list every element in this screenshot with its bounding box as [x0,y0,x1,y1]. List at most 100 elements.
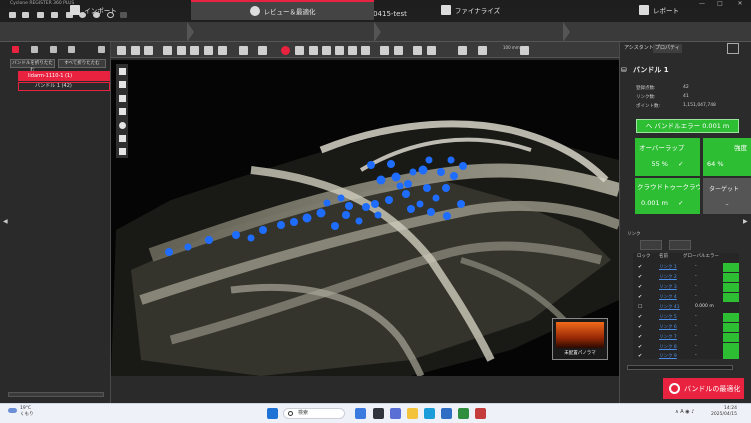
sphere-icon[interactable] [177,46,186,55]
link-name[interactable]: リンク 41 [659,304,680,310]
link-name[interactable]: リンク 1 [659,264,677,270]
table-row[interactable]: ✔ リンク 5 - [633,313,739,322]
table-row[interactable]: ✔ リンク 7 - [633,333,739,342]
tree-item-bundle[interactable]: バンドル 1 (42) [18,82,110,91]
photo-icon[interactable] [335,46,344,55]
record-icon[interactable] [281,46,290,55]
link-name[interactable]: リンク 5 [659,314,677,320]
network-icon[interactable] [68,46,75,53]
collapse-all-button[interactable]: すべて折りたたむ [58,59,106,68]
measure-icon[interactable] [239,46,248,55]
cloud-to-cloud-tile[interactable]: クラウドトゥークラウド 0.001 m ✓ [635,178,700,214]
link-name[interactable]: リンク 6 [659,324,677,330]
sitemap-icon[interactable] [31,46,38,53]
align-icon[interactable] [380,46,389,55]
move-icon[interactable] [119,95,126,102]
link-name[interactable]: リンク 7 [659,334,677,340]
panel-options-icon[interactable] [98,46,105,53]
link-name[interactable]: リンク 8 [659,344,677,350]
collapse-left-panel-icon[interactable]: ◀ [3,218,8,225]
cube-icon[interactable] [119,148,126,155]
tree-item-project[interactable]: lidarm-1110-1 (1) [18,71,110,81]
teams-icon[interactable] [390,408,401,419]
link-name[interactable]: リンク 2 [659,274,677,280]
lock-checkbox[interactable]: ✔ [638,284,642,290]
app-taskbar-icon[interactable] [475,408,486,419]
link-icon[interactable] [361,46,370,55]
split-icon[interactable] [144,46,153,55]
lock-checkbox[interactable]: ✔ [638,264,642,270]
edge-icon[interactable] [424,408,435,419]
color-mode-icon[interactable] [427,46,436,55]
workflow-review[interactable]: レビュー＆最適化 [191,0,374,20]
grid-icon[interactable] [204,46,213,55]
pointer-icon[interactable] [119,68,126,75]
tab-properties[interactable]: プロパティ [653,44,682,53]
optimize-bundle-button[interactable]: バンドルの最適化 [663,378,744,399]
cloud-icon[interactable] [163,46,172,55]
overlap-tile[interactable]: オーバーラップ 55 % ✓ [635,138,700,176]
bundle-error-indicator[interactable]: ヘ バンドルエラー 0.001 m [636,119,739,133]
camera-icon[interactable] [309,46,318,55]
weather-widget[interactable]: 19°C くもり [8,406,34,418]
ruler-icon[interactable] [258,46,267,55]
texture-icon[interactable] [413,46,422,55]
zoom-extents-icon[interactable] [119,108,126,115]
merge-icon[interactable] [131,46,140,55]
transform-icon[interactable] [394,46,403,55]
table-row[interactable]: ✔ リンク 2 - [633,273,739,282]
view-cube-icon[interactable] [458,46,467,55]
lock-checkbox[interactable]: ☐ [638,304,642,310]
bundle-view-icon[interactable] [12,46,19,53]
tab-assistant[interactable]: アシスタント [622,44,656,53]
system-tray[interactable]: ∧ A ◉ ♪ [675,409,694,415]
start-icon[interactable] [267,408,278,419]
lock-checkbox[interactable]: ✔ [638,353,642,359]
orbit-icon[interactable] [119,122,126,129]
workflow-finalize[interactable]: ファイナライズ [378,0,563,20]
taskbar-search[interactable]: 検索 [283,408,345,419]
select-icon[interactable] [117,46,126,55]
fullscreen-icon[interactable] [520,46,529,55]
layout-icon[interactable] [478,46,487,55]
copilot-icon[interactable] [355,408,366,419]
panel-restore-icon[interactable] [727,43,739,54]
outlook-icon[interactable] [441,408,452,419]
plane-icon[interactable] [218,46,227,55]
link-name[interactable]: リンク 4 [659,294,677,300]
collapse-bundles-button[interactable]: バンドルを折りたたむ [10,59,55,73]
links-scrollbar[interactable] [627,365,733,370]
register360-taskbar-icon[interactable] [458,408,469,419]
lock-checkbox[interactable]: ✔ [638,294,642,300]
workflow-import[interactable]: インポート [0,0,187,20]
pin-icon[interactable] [348,46,357,55]
collapse-right-panel-icon[interactable]: ▶ [743,218,748,225]
lock-checkbox[interactable]: ✔ [638,344,642,350]
table-row[interactable]: ✔ リンク 1 - [633,263,739,272]
left-panel-scrollbar[interactable] [8,392,104,397]
pen-icon[interactable] [322,46,331,55]
tag-icon[interactable] [295,46,304,55]
link-remove-icon[interactable] [669,240,691,250]
lock-checkbox[interactable]: ✔ [638,334,642,340]
file-explorer-icon[interactable] [407,408,418,419]
walk-icon[interactable] [119,135,126,142]
task-view-icon[interactable] [373,408,384,419]
table-row[interactable]: ✔ リンク 6 - [633,323,739,332]
table-row[interactable]: ✔ リンク 9 - [633,352,739,359]
target-tile[interactable]: ターゲット – [703,178,751,214]
link-name[interactable]: リンク 3 [659,284,677,290]
table-row[interactable]: ✔ リンク 3 - [633,283,739,292]
point-cloud-viewport[interactable] [111,60,619,376]
select-arrow-icon[interactable] [119,81,126,88]
table-row[interactable]: ☐ リンク 41 0.000 m [633,303,739,312]
workflow-report[interactable]: レポート [567,0,751,20]
box-icon[interactable] [190,46,199,55]
link-add-icon[interactable] [640,240,662,250]
taskbar-clock[interactable]: 14:24 2025/04/15 [711,406,737,418]
link-name[interactable]: リンク 9 [659,353,677,359]
lock-checkbox[interactable]: ✔ [638,324,642,330]
strength-tile[interactable]: 強度 64 % [703,138,751,176]
table-row[interactable]: ✔ リンク 4 - [633,293,739,302]
table-row[interactable]: ✔ リンク 8 - [633,343,739,352]
